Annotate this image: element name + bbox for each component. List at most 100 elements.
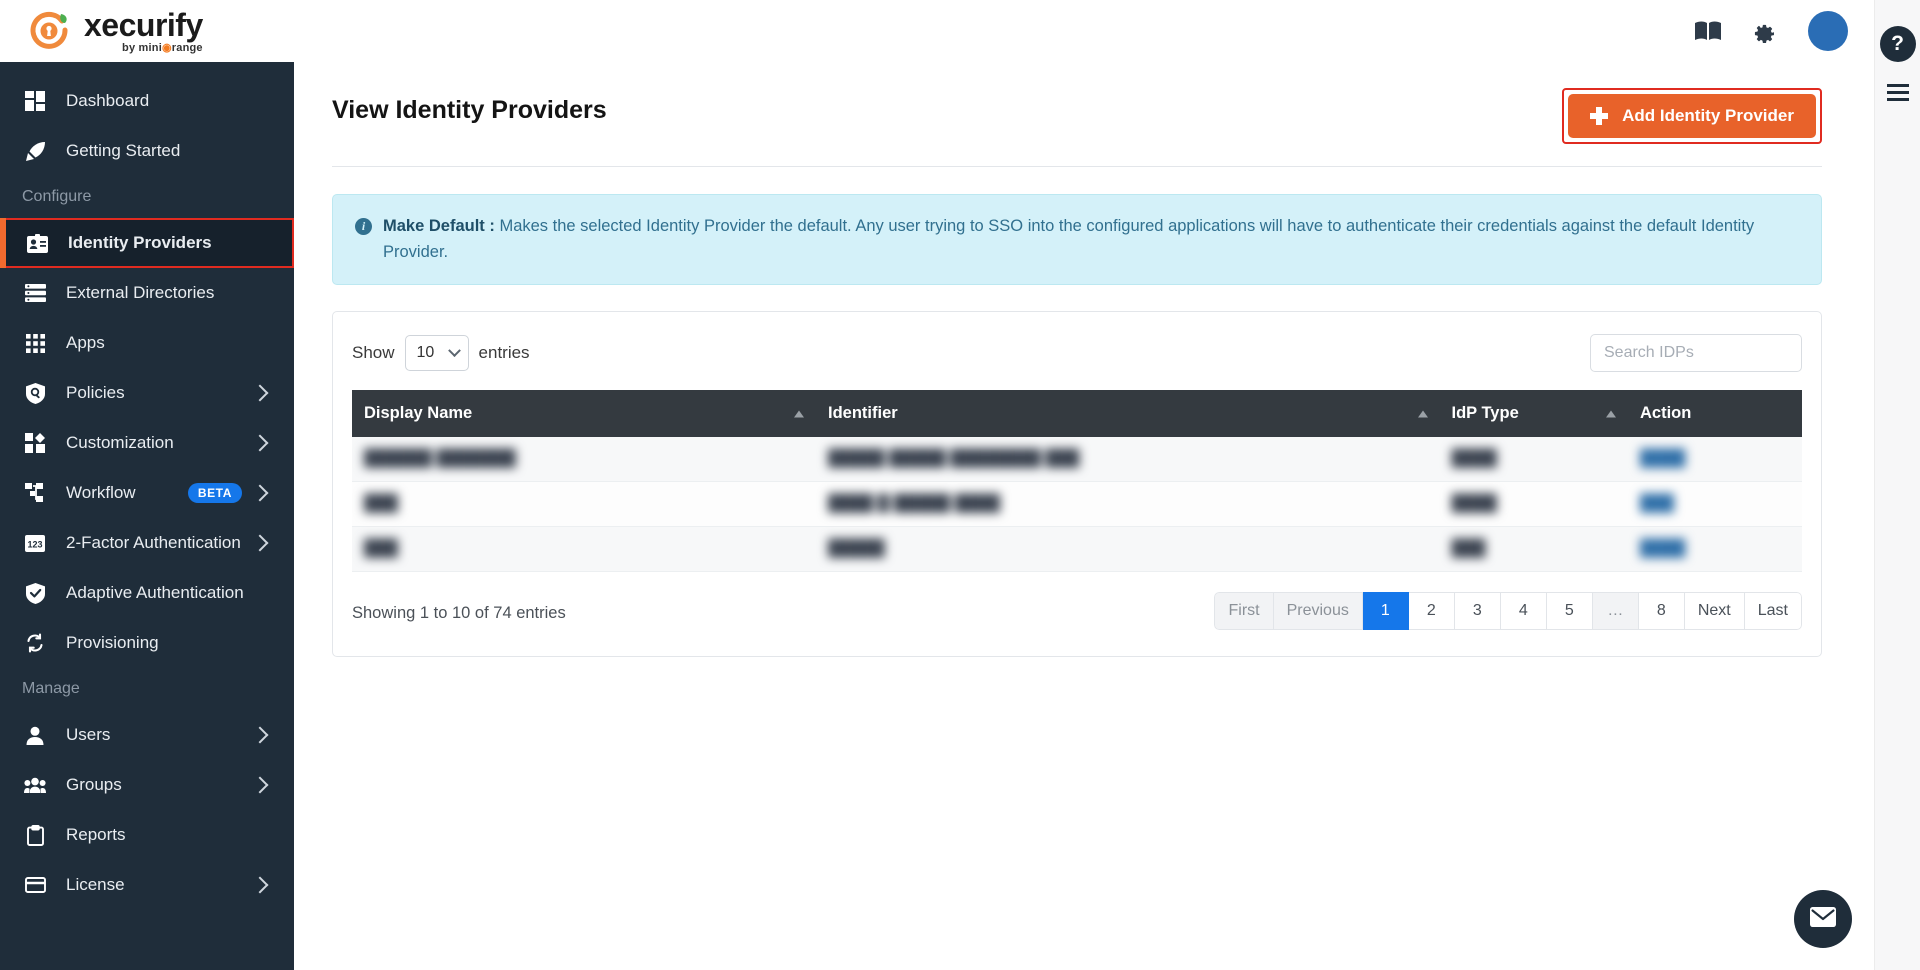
table-header-row: Display Name Identifier IdP Type Action (352, 390, 1802, 437)
sidebar-item-users[interactable]: Users (0, 710, 294, 760)
make-default-info-banner: i Make Default : Makes the selected Iden… (332, 194, 1822, 285)
add-identity-provider-label: Add Identity Provider (1622, 106, 1794, 126)
book-icon[interactable] (1695, 21, 1721, 41)
sort-asc-icon (794, 410, 804, 417)
page-last-button[interactable]: Last (1745, 592, 1802, 630)
sidebar-item-workflow[interactable]: Workflow BETA (0, 468, 294, 518)
sidebar: xecurify by mini◉range Dashboard (0, 0, 294, 970)
table-body: ██████ ███████ █████ █████ ████████ ███ … (352, 437, 1802, 572)
app-root: xecurify by mini◉range Dashboard (0, 0, 1920, 970)
page-4-button[interactable]: 4 (1501, 592, 1547, 630)
chevron-right-icon (252, 485, 269, 502)
identity-providers-card: Show 10 entries Display Name (332, 311, 1822, 657)
table-row[interactable]: ██████ ███████ █████ █████ ████████ ███ … (352, 437, 1802, 482)
cell-action[interactable]: ███ (1628, 482, 1802, 527)
column-idp-type[interactable]: IdP Type (1440, 390, 1629, 437)
sidebar-item-identity-providers[interactable]: Identity Providers (0, 218, 294, 268)
column-identifier[interactable]: Identifier (816, 390, 1440, 437)
sidebar-nav: Dashboard Getting Started Configure (0, 62, 294, 970)
page-1-button[interactable]: 1 (1363, 592, 1409, 630)
plus-icon (1590, 107, 1608, 125)
brand-subtitle: by mini◉range (84, 43, 203, 54)
sidebar-item-label: Groups (66, 775, 254, 795)
cell-display-name: ███ (352, 482, 816, 527)
users-group-icon (22, 774, 48, 796)
sidebar-item-label: Provisioning (66, 633, 272, 653)
sidebar-item-label: Customization (66, 433, 254, 453)
brand-logo[interactable]: xecurify by mini◉range (0, 0, 294, 62)
page-5-button[interactable]: 5 (1547, 592, 1593, 630)
page-previous-button[interactable]: Previous (1274, 592, 1363, 630)
main-content: View Identity Providers Add Identity Pro… (294, 62, 1874, 970)
avatar[interactable] (1808, 11, 1848, 51)
column-display-name[interactable]: Display Name (352, 390, 816, 437)
sidebar-item-policies[interactable]: Policies (0, 368, 294, 418)
page-first-button[interactable]: First (1214, 592, 1273, 630)
badge-beta: BETA (188, 483, 242, 503)
column-action: Action (1628, 390, 1802, 437)
add-identity-provider-button[interactable]: Add Identity Provider (1568, 94, 1816, 138)
chevron-right-icon (252, 777, 269, 794)
chevron-right-icon (252, 727, 269, 744)
brand-text: xecurify by mini◉range (84, 9, 203, 54)
showing-entries-text: Showing 1 to 10 of 74 entries (352, 592, 566, 623)
puzzle-icon (22, 432, 48, 454)
sidebar-item-external-directories[interactable]: External Directories (0, 268, 294, 318)
cell-identifier: █████ █████ ████████ ███ (816, 437, 1440, 482)
cell-action[interactable]: ████ (1628, 437, 1802, 482)
sidebar-item-label: Policies (66, 383, 254, 403)
gear-icon[interactable] (1753, 20, 1776, 43)
page-3-button[interactable]: 3 (1455, 592, 1501, 630)
page-next-button[interactable]: Next (1685, 592, 1745, 630)
sidebar-item-label: Reports (66, 825, 272, 845)
alert-body: Makes the selected Identity Provider the… (383, 217, 1754, 261)
cell-idp-type: ████ (1440, 437, 1629, 482)
page-ellipsis: … (1593, 592, 1639, 630)
sidebar-item-getting-started[interactable]: Getting Started (0, 126, 294, 176)
search-input[interactable] (1590, 334, 1802, 372)
sidebar-item-apps[interactable]: Apps (0, 318, 294, 368)
sidebar-item-license[interactable]: License (0, 860, 294, 910)
page-8-button[interactable]: 8 (1639, 592, 1685, 630)
sidebar-item-2-factor-authentication[interactable]: 123 2-Factor Authentication (0, 518, 294, 568)
sidebar-item-reports[interactable]: Reports (0, 810, 294, 860)
sidebar-item-label: 2-Factor Authentication (66, 533, 254, 553)
sidebar-item-customization[interactable]: Customization (0, 418, 294, 468)
page-size-select[interactable]: 10 (405, 335, 469, 371)
page-2-button[interactable]: 2 (1409, 592, 1455, 630)
sidebar-item-dashboard[interactable]: Dashboard (0, 76, 294, 126)
cell-identifier: ████ █ █████ ████ (816, 482, 1440, 527)
sidebar-item-provisioning[interactable]: Provisioning (0, 618, 294, 668)
contact-support-fab[interactable] (1794, 890, 1852, 948)
show-label: Show (352, 343, 395, 363)
show-entries-control: Show 10 entries (352, 335, 530, 371)
sort-asc-icon (1606, 410, 1616, 417)
cell-action[interactable]: ████ (1628, 527, 1802, 572)
user-icon (22, 724, 48, 746)
hamburger-icon[interactable] (1887, 84, 1909, 101)
help-button[interactable]: ? (1880, 26, 1916, 62)
grid-apps-icon (22, 332, 48, 354)
table-row[interactable]: ███ ████ █ █████ ████ ████ ███ (352, 482, 1802, 527)
dashboard-icon (22, 90, 48, 112)
sidebar-item-groups[interactable]: Groups (0, 760, 294, 810)
sidebar-section-manage: Manage (0, 668, 294, 710)
content-column: View Identity Providers Add Identity Pro… (294, 0, 1874, 970)
lock-circle-logo-icon (26, 8, 72, 54)
directory-list-icon (22, 282, 48, 304)
chevron-down-icon (448, 344, 461, 357)
pagination: First Previous 1 2 3 4 5 … 8 Next Last (1214, 592, 1802, 630)
card-icon (22, 874, 48, 896)
topbar (294, 0, 1874, 62)
table-row[interactable]: ███ █████ ███ ████ (352, 527, 1802, 572)
chevron-right-icon (252, 385, 269, 402)
entries-label: entries (479, 343, 530, 363)
sort-asc-icon (1418, 410, 1428, 417)
chevron-right-icon (252, 877, 269, 894)
sidebar-item-adaptive-authentication[interactable]: Adaptive Authentication (0, 568, 294, 618)
sidebar-item-label: Identity Providers (68, 233, 270, 253)
envelope-icon (1810, 907, 1836, 932)
workflow-icon (22, 482, 48, 504)
sidebar-section-configure: Configure (0, 176, 294, 218)
cell-display-name: ██████ ███████ (352, 437, 816, 482)
